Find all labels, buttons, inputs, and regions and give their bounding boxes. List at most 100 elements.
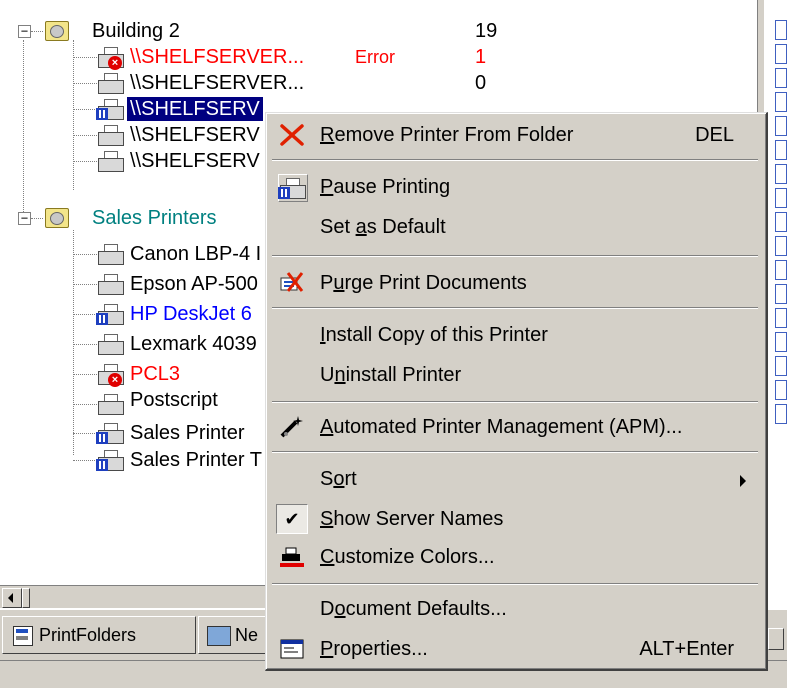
- purge-documents-icon: [278, 270, 306, 296]
- tab-label: Ne: [235, 625, 259, 645]
- list-item-icon[interactable]: [775, 44, 787, 64]
- tree-item-printer[interactable]: \\SHELFSERVER... 0: [0, 70, 520, 96]
- list-item-icon[interactable]: [775, 380, 787, 400]
- menu-item-label: Sort: [320, 468, 357, 490]
- printer-error-icon: ×: [96, 363, 126, 387]
- menu-item-purge-documents[interactable]: Purge Print Documents: [266, 265, 764, 301]
- properties-icon: [278, 636, 306, 662]
- context-menu: Remove Printer From Folder DEL Pause Pri…: [265, 112, 768, 671]
- printer-paused-icon: [96, 98, 126, 120]
- list-item-icon[interactable]: [775, 308, 787, 328]
- menu-item-label: Document Defaults...: [320, 598, 507, 620]
- tree-item-label: Epson AP-500: [130, 273, 258, 295]
- tree-item-label: Canon LBP-4 I: [130, 243, 262, 265]
- network-icon: [207, 626, 231, 646]
- list-item-icon[interactable]: [775, 284, 787, 304]
- tree-item-printer[interactable]: HP DeskJet 6: [0, 301, 270, 327]
- collapse-icon[interactable]: −: [18, 25, 31, 38]
- menu-item-apm[interactable]: Automated Printer Management (APM)...: [266, 409, 764, 445]
- list-item-icon[interactable]: [775, 116, 787, 136]
- tab-printfolders[interactable]: PrintFolders: [2, 616, 196, 654]
- tree-node-label: Sales Printers: [92, 207, 217, 229]
- menu-item-uninstall-printer[interactable]: Uninstall Printer: [266, 357, 764, 393]
- tree-item-printer[interactable]: Postscript: [0, 389, 270, 417]
- scroll-right-button[interactable]: [768, 628, 784, 650]
- printer-icon: [96, 273, 126, 295]
- tree-item-printer[interactable]: × PCL3: [0, 361, 270, 387]
- menu-item-customize-colors[interactable]: Customize Colors...: [266, 539, 764, 575]
- menu-item-label: Customize Colors...: [320, 546, 495, 568]
- printer-paused-icon: [96, 422, 126, 444]
- menu-item-sort[interactable]: Sort: [266, 461, 764, 497]
- pause-printer-icon: [278, 174, 308, 202]
- list-item-icon[interactable]: [775, 140, 787, 160]
- tree-item-printer[interactable]: \\SHELFSERV: [0, 122, 270, 148]
- menu-item-label: Show Server Names: [320, 508, 504, 530]
- list-item-icon[interactable]: [775, 260, 787, 280]
- list-item-icon[interactable]: [775, 164, 787, 184]
- tree-item-printer-selected[interactable]: \\SHELFSERV: [0, 96, 270, 122]
- shortcut-label: DEL: [695, 124, 734, 146]
- scroll-left-button[interactable]: [2, 588, 22, 608]
- tree-item-label: \\SHELFSERV: [130, 124, 260, 146]
- menu-separator: [272, 401, 758, 403]
- scroll-thumb[interactable]: [22, 588, 30, 608]
- list-item-icon[interactable]: [775, 92, 787, 112]
- tree-node-label: Building 2: [92, 20, 180, 42]
- arrow-left-icon: [8, 593, 13, 603]
- menu-item-show-server-names[interactable]: ✔ Show Server Names: [266, 501, 764, 537]
- tab-network[interactable]: Ne: [198, 616, 270, 654]
- shortcut-label: ALT+Enter: [639, 638, 734, 660]
- menu-separator: [272, 451, 758, 453]
- list-item-icon[interactable]: [775, 404, 787, 424]
- tree-item-printer[interactable]: Epson AP-500: [0, 271, 270, 297]
- collapse-icon[interactable]: −: [18, 212, 31, 225]
- menu-item-document-defaults[interactable]: Document Defaults...: [266, 591, 764, 627]
- menu-item-properties[interactable]: Properties... ALT+Enter: [266, 631, 764, 667]
- tree-item-label: Postscript: [130, 389, 218, 411]
- job-count: 19: [475, 20, 498, 42]
- printer-icon: [96, 72, 126, 94]
- tree-item-printer[interactable]: × \\SHELFSERVER... Error 1: [0, 44, 520, 70]
- checkmark-icon: ✔: [276, 504, 308, 534]
- menu-separator: [272, 255, 758, 257]
- menu-item-remove-printer[interactable]: Remove Printer From Folder DEL: [266, 117, 764, 153]
- list-item-icon[interactable]: [775, 188, 787, 208]
- horizontal-scrollbar[interactable]: [0, 585, 268, 608]
- tree-item-label: \\SHELFSERV: [126, 96, 264, 122]
- printer-paused-icon: [96, 303, 126, 325]
- list-item-icon[interactable]: [775, 356, 787, 376]
- tree-item-printer[interactable]: Lexmark 4039: [0, 331, 270, 357]
- status-text: Error: [355, 47, 395, 67]
- tree-item-printer[interactable]: \\SHELFSERV: [0, 148, 270, 174]
- submenu-arrow-icon: [740, 475, 746, 487]
- printer-icon: [96, 243, 126, 265]
- list-item-icon[interactable]: [775, 236, 787, 256]
- menu-separator: [272, 159, 758, 161]
- tree-item-label: Lexmark 4039: [130, 333, 257, 355]
- tree-item-printer[interactable]: Sales Printer: [0, 420, 270, 446]
- list-item-icon[interactable]: [775, 332, 787, 352]
- tree-item-printer[interactable]: Canon LBP-4 I: [0, 241, 270, 267]
- menu-item-label: Install Copy of this Printer: [320, 324, 548, 346]
- menu-item-set-default[interactable]: Set as Default: [266, 209, 764, 245]
- list-item-icon[interactable]: [775, 68, 787, 88]
- menu-item-pause-printing[interactable]: Pause Printing: [266, 169, 764, 205]
- printfolders-icon: [13, 626, 33, 646]
- menu-item-install-copy[interactable]: Install Copy of this Printer: [266, 317, 764, 353]
- job-count: 1: [475, 46, 487, 68]
- folder-icon: [45, 21, 69, 41]
- menu-separator: [272, 583, 758, 585]
- tree-node-building-2[interactable]: − Building 2 19: [0, 18, 520, 44]
- tree-item-label: Sales Printer T: [130, 449, 262, 471]
- menu-item-label: Remove Printer From Folder: [320, 124, 574, 146]
- printer-icon: [96, 333, 126, 355]
- menu-item-label: Set as Default: [320, 216, 446, 238]
- tree-node-sales-printers[interactable]: − Sales Printers: [0, 205, 270, 231]
- list-item-icon[interactable]: [775, 20, 787, 40]
- menu-item-label: Purge Print Documents: [320, 272, 527, 294]
- tab-label: PrintFolders: [39, 625, 137, 645]
- tree-item-printer[interactable]: Sales Printer T: [0, 447, 270, 473]
- list-item-icon[interactable]: [775, 212, 787, 232]
- tree-item-label: HP DeskJet 6: [130, 303, 252, 325]
